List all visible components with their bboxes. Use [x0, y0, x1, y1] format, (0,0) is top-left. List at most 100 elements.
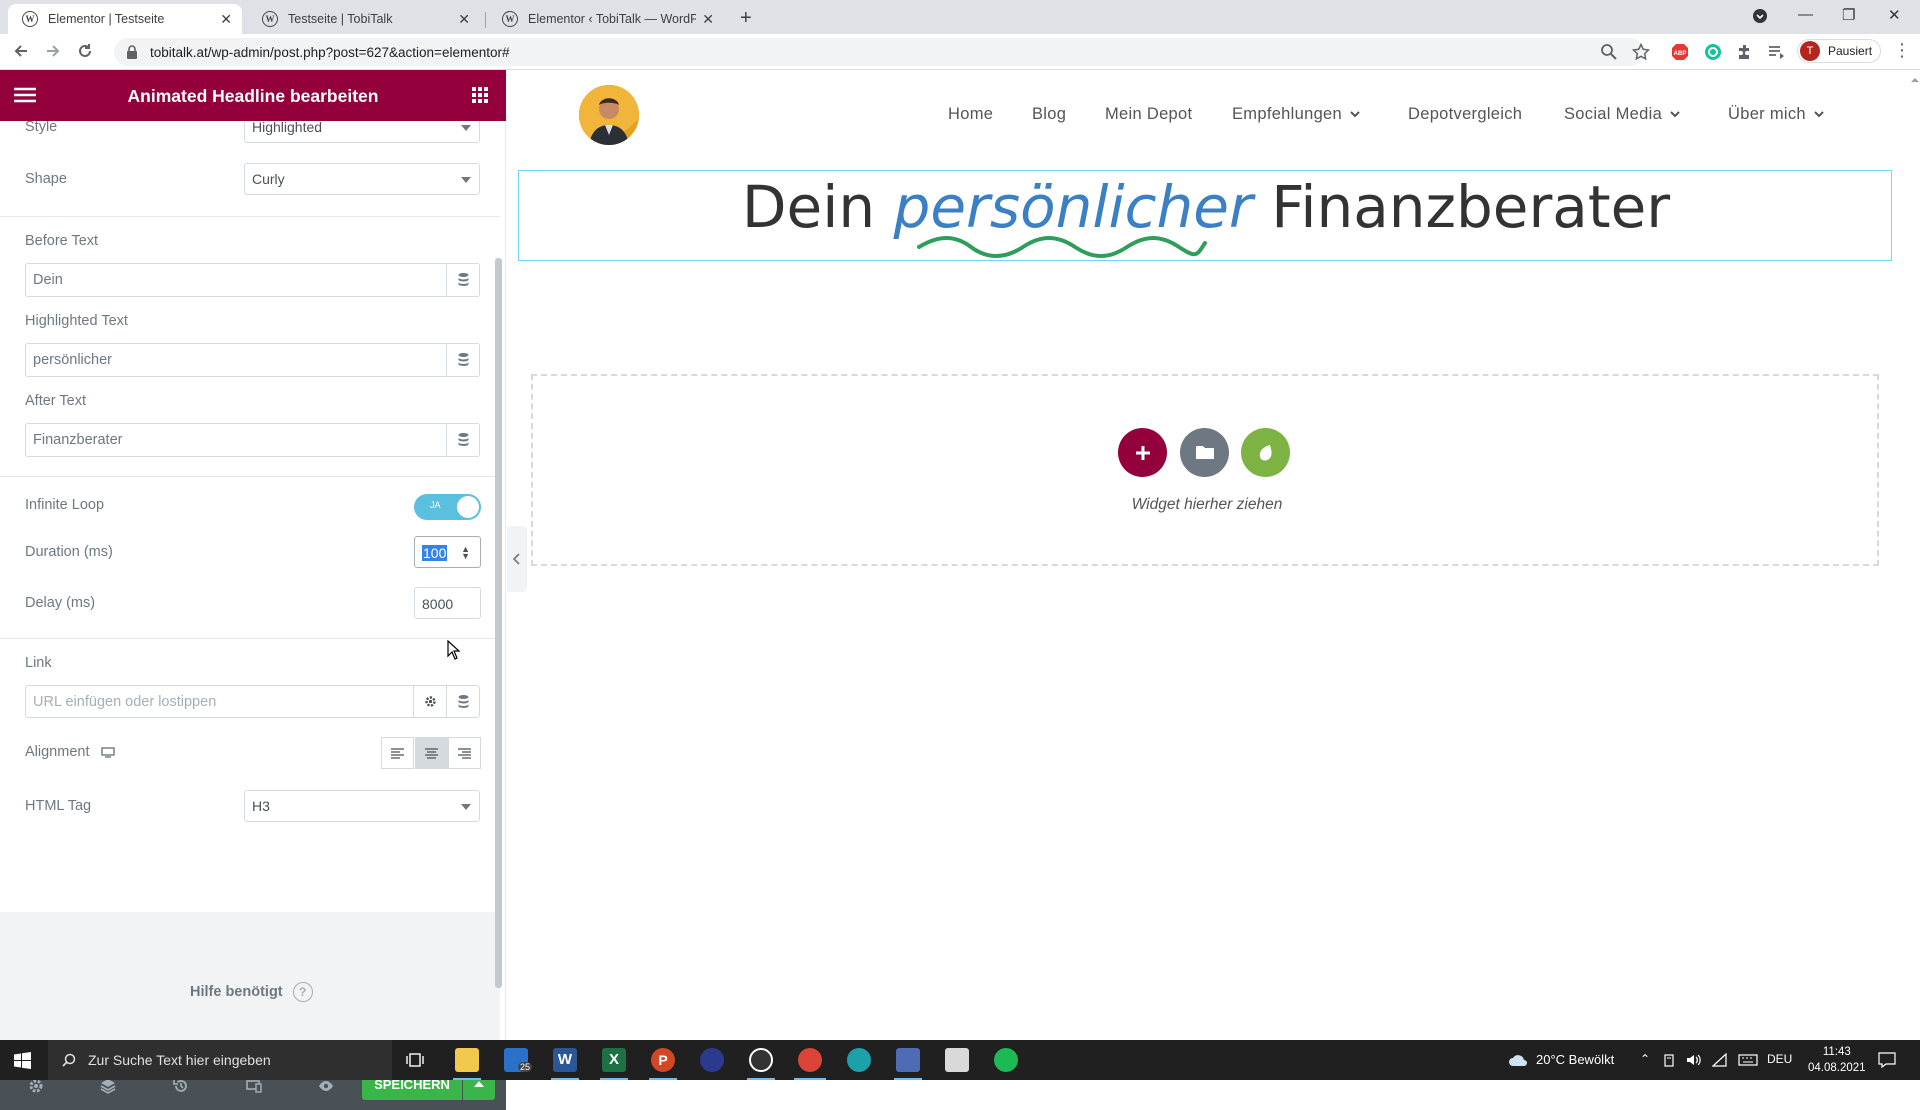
nav-item-ueber-mich[interactable]: Über mich [1728, 105, 1824, 124]
nav-item-depotvergleich[interactable]: Depotvergleich [1408, 105, 1522, 124]
duration-input[interactable]: 100 ▲ ▼ [414, 536, 481, 568]
weather-text[interactable]: 20°C Bewölkt [1536, 1052, 1614, 1067]
network-icon[interactable] [1712, 1053, 1728, 1067]
minimize-button[interactable]: — [1798, 6, 1813, 23]
notifications-icon[interactable] [1878, 1052, 1896, 1068]
media-queue-icon[interactable] [1767, 43, 1785, 61]
envato-kit-button[interactable] [1241, 428, 1290, 477]
responsive-mode-icon[interactable] [246, 1078, 262, 1094]
zoom-icon[interactable] [1600, 43, 1618, 61]
page-preview: Home Blog Mein Depot Empfehlungen Depotv… [507, 70, 1910, 1040]
delay-input[interactable]: 8000 [414, 587, 481, 619]
new-tab-button[interactable]: + [740, 7, 752, 30]
desktop-icon[interactable] [101, 746, 116, 758]
clock[interactable]: 11:43 04.08.2021 [1808, 1044, 1866, 1076]
reload-button[interactable] [76, 42, 94, 60]
highlighted-text-input[interactable]: persönlicher [25, 343, 480, 377]
url-bar[interactable]: tobitalk.at/wp-admin/post.php?post=627&a… [114, 38, 1644, 66]
nav-item-blog[interactable]: Blog [1032, 105, 1066, 124]
add-template-button[interactable] [1180, 428, 1229, 477]
after-text-input[interactable]: Finanzberater [25, 423, 480, 457]
chevron-up-icon[interactable]: ⌃ [1640, 1052, 1650, 1066]
mail-icon[interactable]: 25 [504, 1048, 533, 1072]
style-select[interactable]: Highlighted [244, 121, 480, 143]
forward-button[interactable] [44, 42, 62, 60]
edge-icon[interactable] [847, 1048, 871, 1072]
navigator-layers-icon[interactable] [100, 1078, 116, 1094]
settings-gear-icon[interactable] [28, 1078, 44, 1094]
profile-button[interactable]: T Pausiert [1797, 39, 1881, 63]
preview-eye-icon[interactable] [318, 1078, 334, 1094]
excel-icon[interactable]: X [602, 1048, 626, 1072]
app-icon[interactable] [896, 1048, 920, 1072]
tab-elementor-testseite[interactable]: W Elementor | Testseite ✕ [8, 4, 242, 34]
help-link[interactable]: Hilfe benötigt ? [190, 982, 313, 1002]
history-icon[interactable] [173, 1078, 189, 1094]
link-input[interactable]: URL einfügen oder lostippen [25, 685, 480, 718]
window-close-button[interactable]: ✕ [1888, 6, 1901, 24]
extensions-icon[interactable] [1736, 43, 1754, 61]
obs-icon[interactable] [749, 1048, 773, 1072]
align-center-button[interactable] [415, 737, 448, 769]
adblock-icon[interactable]: ABP [1671, 43, 1689, 61]
bookmark-star-icon[interactable] [1632, 43, 1650, 61]
close-icon[interactable]: ✕ [702, 11, 714, 28]
link-options-button[interactable] [413, 686, 446, 717]
panel-scrollbar[interactable] [495, 258, 502, 988]
chrome-icon[interactable] [798, 1048, 822, 1072]
taskbar-search[interactable]: Zur Suche Text hier eingeben [48, 1040, 392, 1080]
delay-label: Delay (ms) [25, 595, 96, 611]
word-icon[interactable]: W [553, 1048, 577, 1072]
dynamic-tags-button[interactable] [446, 686, 479, 717]
keyboard-icon[interactable] [1738, 1053, 1758, 1067]
spotify-icon[interactable] [994, 1048, 1018, 1072]
speaker-icon[interactable] [1686, 1053, 1702, 1067]
add-section-button[interactable] [1118, 428, 1167, 477]
wordpress-icon: W [502, 11, 518, 27]
nav-item-home[interactable]: Home [948, 105, 993, 124]
stepper-icon[interactable]: ▲ ▼ [461, 545, 470, 561]
align-right-button[interactable] [448, 737, 481, 769]
dynamic-tags-button[interactable] [446, 344, 479, 376]
alignment-row: Alignment [25, 744, 116, 760]
animated-headline-widget[interactable]: Dein persönlicher Finanzberater [518, 170, 1892, 261]
cloud-icon[interactable] [1508, 1053, 1528, 1067]
align-left-button[interactable] [381, 737, 414, 769]
html-tag-select[interactable]: H3 [244, 790, 480, 822]
html-tag-label: HTML Tag [25, 798, 92, 814]
close-icon[interactable]: ✕ [458, 11, 470, 28]
tab-elementor-wordpress[interactable]: W Elementor ‹ TobiTalk — WordPre ✕ [488, 4, 724, 34]
nav-item-mein-depot[interactable]: Mein Depot [1105, 105, 1192, 124]
browser-menu-button[interactable]: ⋮ [1893, 40, 1911, 61]
preview-scrollbar[interactable] [1910, 70, 1920, 1040]
after-text-value: Finanzberater [33, 432, 123, 448]
scroll-up-icon[interactable] [1910, 76, 1920, 84]
maximize-button[interactable]: ❐ [1842, 6, 1855, 24]
file-explorer-icon[interactable] [455, 1048, 479, 1072]
nav-item-social-media[interactable]: Social Media [1564, 105, 1680, 124]
notepad-icon[interactable] [945, 1048, 969, 1072]
back-button[interactable] [12, 42, 30, 60]
tab-testseite-tobitalk[interactable]: W Testseite | TobiTalk ✕ [248, 4, 480, 34]
nav-item-empfehlungen[interactable]: Empfehlungen [1232, 105, 1360, 124]
database-icon [458, 433, 469, 446]
shape-select[interactable]: Curly [244, 163, 480, 195]
grammarly-icon[interactable] [1704, 43, 1722, 61]
windows-start-icon[interactable] [14, 1052, 31, 1069]
infinite-loop-toggle[interactable]: JA [414, 494, 481, 520]
app-icon[interactable] [700, 1048, 724, 1072]
dynamic-tags-button[interactable] [446, 424, 479, 456]
dynamic-tags-button[interactable] [446, 264, 479, 296]
widgets-grid-icon[interactable] [472, 87, 488, 103]
powerpoint-icon[interactable]: P [651, 1048, 675, 1072]
close-icon[interactable]: ✕ [220, 11, 232, 28]
task-view-icon[interactable] [406, 1052, 424, 1068]
language-indicator[interactable]: DEU [1767, 1052, 1792, 1066]
collapse-panel-button[interactable] [507, 526, 527, 592]
headline-highlighted-text: persönlicher [893, 173, 1253, 241]
widget-drop-zone[interactable]: Widget hierher ziehen [531, 374, 1879, 566]
tab-search-button[interactable] [1752, 8, 1768, 24]
power-icon[interactable] [1662, 1053, 1676, 1067]
site-logo[interactable] [579, 85, 639, 145]
before-text-input[interactable]: Dein [25, 263, 480, 297]
